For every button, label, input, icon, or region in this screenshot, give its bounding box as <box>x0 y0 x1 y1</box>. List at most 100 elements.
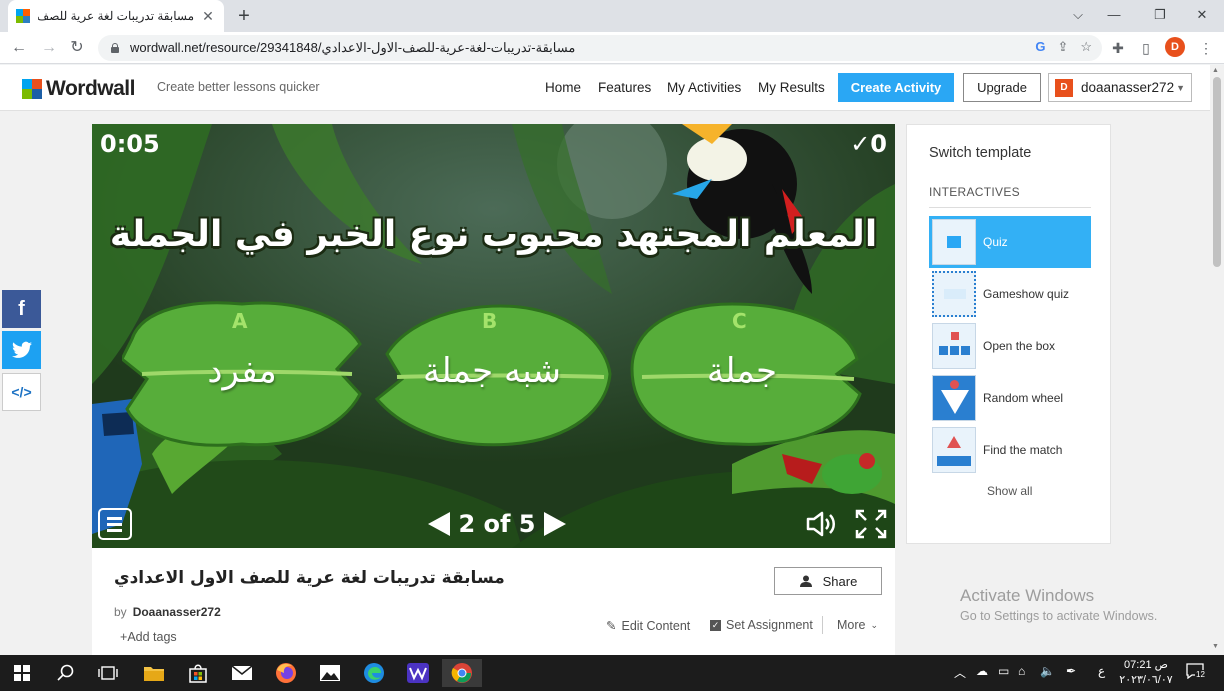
divider <box>822 616 823 634</box>
checkmark-icon: ✓ <box>850 130 871 158</box>
browser-tabbar: مسابقة تدريبات لغة عرية للصف الا ✕ + ⌵ —… <box>0 0 1224 32</box>
tab-close-icon[interactable]: ✕ <box>200 8 216 25</box>
system-clock[interactable]: 07:21 ص ٢٠٢٣/٠٦/٠٧ <box>1118 658 1174 688</box>
author-link[interactable]: Doaanasser272 <box>133 605 221 619</box>
extensions-puzzle-icon[interactable]: ✚ <box>1106 36 1130 60</box>
wheel-thumbnail-icon <box>932 375 976 421</box>
mail-icon[interactable] <box>222 659 262 687</box>
template-find-the-match[interactable]: Find the match <box>929 424 1091 476</box>
back-arrow-icon[interactable]: ← <box>6 36 32 60</box>
wordwall-logo-icon <box>22 79 42 99</box>
side-panel-icon[interactable]: ▯ <box>1134 36 1158 60</box>
user-avatar: D <box>1055 78 1073 97</box>
show-all-link[interactable]: Show all <box>987 484 1032 498</box>
keyboard-language-indicator[interactable]: ع <box>1098 664 1105 678</box>
new-tab-icon[interactable]: + <box>232 4 256 28</box>
scroll-up-icon[interactable]: ▲ <box>1212 67 1219 74</box>
user-menu[interactable]: D doaanasser272 ▼ <box>1048 73 1192 102</box>
next-question-icon[interactable] <box>543 512 566 536</box>
window-close-icon[interactable]: ✕ <box>1180 0 1224 30</box>
section-heading: INTERACTIVES <box>929 185 1020 199</box>
show-hidden-icons-chevron-icon[interactable]: ︿ <box>954 664 966 681</box>
create-activity-button[interactable]: Create Activity <box>838 73 954 102</box>
answer-text: شبه جملة <box>423 351 561 391</box>
volume-icon[interactable]: 🔈 <box>1040 664 1055 678</box>
template-gameshow-quiz[interactable]: Gameshow quiz <box>929 268 1091 320</box>
answer-b[interactable]: B شبه جملة <box>372 299 612 449</box>
nav-my-results[interactable]: My Results <box>758 80 825 95</box>
facebook-icon: f <box>18 297 25 320</box>
twitter-share-button[interactable] <box>2 331 41 369</box>
answer-a[interactable]: A مفرد <box>122 299 362 449</box>
wordwall-favicon-icon <box>16 9 30 23</box>
fullscreen-icon[interactable] <box>854 508 888 540</box>
answer-letter: A <box>232 309 248 333</box>
store-icon[interactable] <box>178 659 218 687</box>
network-icon[interactable]: ⌂ <box>1018 664 1025 678</box>
browser-menu-icon[interactable]: ⋮ <box>1194 36 1218 60</box>
upgrade-button[interactable]: Upgrade <box>963 73 1041 102</box>
question-pager: 2 of 5 <box>422 504 572 544</box>
nav-features[interactable]: Features <box>598 80 651 95</box>
activate-windows-watermark: Activate Windows Go to Settings to activ… <box>960 586 1158 623</box>
game-score: ✓0 <box>850 130 887 158</box>
edge-icon[interactable] <box>354 659 394 687</box>
address-bar[interactable]: wordwall.net/resource/29341848/مسابقة-تد… <box>98 35 1102 61</box>
template-quiz[interactable]: Quiz <box>929 216 1091 268</box>
activity-info: مسابقة تدريبات لغة عرية للصف الاول الاعد… <box>92 548 895 655</box>
scroll-thumb[interactable] <box>1213 77 1221 267</box>
question-text: المعلم المجتهد محبوب نوع الخبر في الجملة <box>109 214 878 255</box>
firefox-icon[interactable] <box>266 659 306 687</box>
answer-c[interactable]: C جملة <box>622 299 862 449</box>
browser-toolbar: ← → ↻ wordwall.net/resource/29341848/مسا… <box>0 32 1224 64</box>
previous-question-icon[interactable] <box>428 512 451 536</box>
scroll-down-icon[interactable]: ▼ <box>1212 643 1219 650</box>
file-explorer-icon[interactable] <box>134 659 174 687</box>
onedrive-cloud-icon[interactable]: ☁ <box>976 664 988 678</box>
share-button[interactable]: Share <box>774 567 882 595</box>
more-dropdown[interactable]: More ⌄ <box>837 618 878 632</box>
switch-template-panel: Switch template INTERACTIVES Quiz Gamesh… <box>906 124 1111 544</box>
facebook-share-button[interactable]: f <box>2 290 41 328</box>
reload-icon[interactable]: ↻ <box>64 36 90 60</box>
restore-icon[interactable]: ❐ <box>1138 0 1182 30</box>
nav-home[interactable]: Home <box>545 80 581 95</box>
answer-letter: B <box>482 309 498 333</box>
google-icon[interactable]: G <box>1035 39 1045 55</box>
template-random-wheel[interactable]: Random wheel <box>929 372 1091 424</box>
set-assignment-link[interactable]: ✓ Set Assignment <box>710 618 813 632</box>
page-scrollbar[interactable]: ▲ ▼ <box>1210 65 1224 655</box>
tagline: Create better lessons quicker <box>157 80 320 94</box>
browser-profile-avatar[interactable]: D <box>1165 37 1185 57</box>
answer-letter: C <box>732 309 747 333</box>
game-area[interactable]: 0:05 ✓0 المعلم المجتهد محبوب نوع الخبر ف… <box>92 124 895 548</box>
chrome-icon[interactable] <box>442 659 482 687</box>
minimize-icon[interactable]: — <box>1092 0 1136 30</box>
wordwall-logo[interactable]: Wordwall <box>22 77 135 101</box>
game-menu-icon[interactable] <box>98 508 132 540</box>
page-indicator: 2 of 5 <box>458 510 536 538</box>
template-open-the-box[interactable]: Open the box <box>929 320 1091 372</box>
search-icon[interactable] <box>46 659 86 687</box>
speaker-icon[interactable] <box>804 508 838 540</box>
bookmark-star-icon[interactable]: ☆ <box>1080 39 1092 55</box>
windows-taskbar: ︿ ☁ ▭ ⌂ 🔈 ✒ ع 07:21 ص ٢٠٢٣/٠٦/٠٧ 12 <box>0 655 1224 691</box>
embed-share-button[interactable]: </> <box>2 373 41 411</box>
divider <box>929 207 1091 208</box>
photos-icon[interactable] <box>310 659 350 687</box>
share-page-icon[interactable]: ⇪ <box>1057 39 1068 55</box>
wordwall-app-icon[interactable] <box>398 659 438 687</box>
nav-my-activities[interactable]: My Activities <box>667 80 741 95</box>
panel-title: Switch template <box>929 145 1032 161</box>
forward-arrow-icon[interactable]: → <box>36 36 62 60</box>
browser-tab[interactable]: مسابقة تدريبات لغة عرية للصف الا ✕ <box>8 0 224 32</box>
pen-workspace-icon[interactable]: ✒ <box>1066 664 1076 678</box>
notification-center-icon[interactable]: 12 <box>1186 663 1206 682</box>
display-icon[interactable]: ▭ <box>998 664 1009 678</box>
lock-icon <box>110 43 120 53</box>
boxes-thumbnail-icon <box>932 323 976 369</box>
edit-content-link[interactable]: ✎ Edit Content <box>606 618 690 634</box>
windows-start-icon[interactable] <box>2 659 42 687</box>
add-tags-link[interactable]: +Add tags <box>120 630 177 644</box>
task-view-icon[interactable] <box>88 659 128 687</box>
